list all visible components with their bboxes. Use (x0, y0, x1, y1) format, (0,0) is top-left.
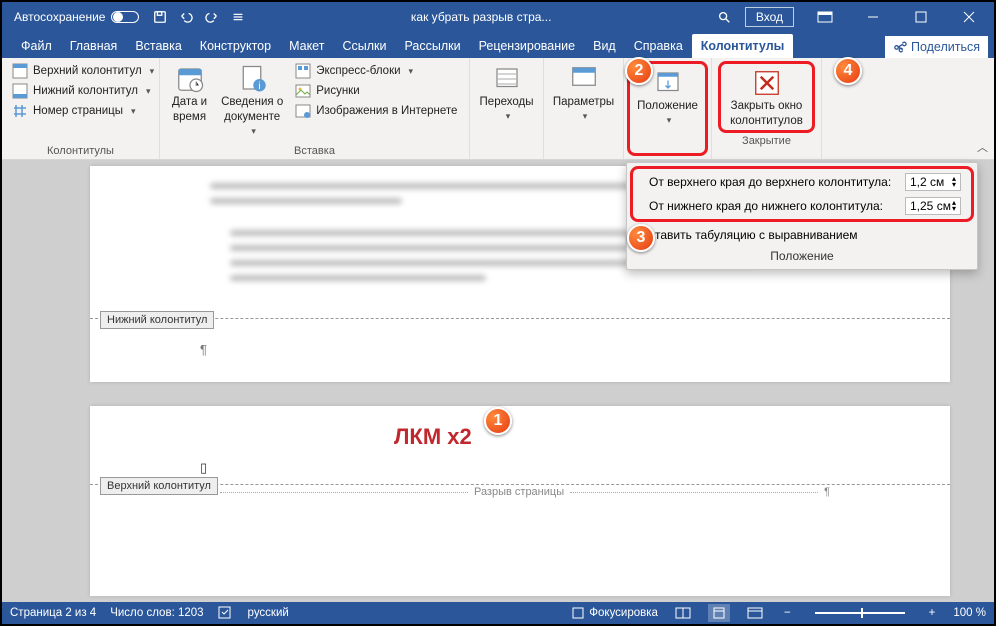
zoom-slider[interactable] (815, 612, 905, 614)
web-layout-icon[interactable] (744, 604, 766, 622)
spellcheck-icon[interactable] (218, 606, 234, 620)
minimize-button[interactable] (850, 2, 896, 32)
datetime-button[interactable]: Дата ивремя (168, 62, 211, 126)
position-panel-label: Положение (627, 245, 977, 269)
header-button[interactable]: Верхний колонтитул▾ (10, 62, 156, 80)
badge-1: 1 (484, 407, 512, 435)
tab-references[interactable]: Ссылки (333, 34, 395, 58)
paragraph-mark: ¶ (200, 342, 207, 357)
close-x-icon (752, 68, 782, 98)
transitions-button[interactable]: Переходы▾ (476, 62, 538, 124)
tab-layout[interactable]: Макет (280, 34, 333, 58)
badge-3: 3 (627, 224, 655, 252)
print-layout-icon[interactable] (708, 604, 730, 622)
pagenumber-button[interactable]: Номер страницы▾ (10, 102, 156, 120)
tab-file[interactable]: Файл (12, 34, 61, 58)
docinfo-button[interactable]: i Сведения одокументе▾ (217, 62, 287, 139)
footer-from-bottom-row[interactable]: От нижнего края до нижнего колонтитула: … (635, 194, 969, 218)
group-label-close: Закрытие (718, 133, 815, 147)
blocks-icon (295, 63, 311, 79)
undo-icon[interactable] (175, 6, 197, 28)
group-headerfooter: Верхний колонтитул▾ Нижний колонтитул▾ Н… (2, 58, 160, 159)
footer-tag: Нижний колонтитул (100, 311, 214, 329)
tab-help[interactable]: Справка (625, 34, 692, 58)
share-label: Поделиться (911, 40, 980, 54)
tab-review[interactable]: Рецензирование (470, 34, 585, 58)
group-label-hf: Колонтитулы (10, 143, 151, 157)
tab-insert[interactable]: Вставка (126, 34, 190, 58)
online-picture-icon (295, 103, 311, 119)
picture-icon (295, 83, 311, 99)
zoom-in[interactable]: + (925, 607, 940, 619)
cursor-mark: ▯ (200, 460, 207, 476)
title-bar: Автосохранение как убрать разрыв стра...… (2, 2, 994, 32)
lkm-annotation: ЛКМ x2 (394, 424, 472, 450)
pictures-button[interactable]: Рисунки (293, 82, 459, 100)
group-insert: Дата ивремя i Сведения одокументе▾ Экспр… (160, 58, 470, 159)
footer-icon (12, 83, 28, 99)
autosave-label: Автосохранение (2, 10, 111, 24)
transitions-icon (492, 64, 522, 94)
read-mode-icon[interactable] (672, 604, 694, 622)
calendar-icon (175, 64, 205, 94)
header-from-top-row[interactable]: От верхнего края до верхнего колонтитула… (635, 170, 969, 194)
hash-icon (12, 103, 28, 119)
tab-view[interactable]: Вид (584, 34, 625, 58)
quickparts-button[interactable]: Экспресс-блоки▾ (293, 62, 459, 80)
redo-icon[interactable] (201, 6, 223, 28)
group-close: Закрыть окноколонтитулов Закрытие (712, 58, 822, 159)
zoom-out[interactable]: − (780, 607, 795, 619)
page-break-label: Разрыв страницы (474, 486, 564, 498)
badge-2: 2 (625, 57, 653, 85)
header-from-top-input[interactable]: 1,2 см▴▾ (905, 173, 961, 191)
close-hf-button[interactable]: Закрыть окноколонтитулов (723, 66, 810, 130)
search-icon[interactable] (713, 6, 735, 28)
ribbon-display-icon[interactable] (802, 2, 848, 32)
tab-design[interactable]: Конструктор (191, 34, 280, 58)
save-icon[interactable] (149, 6, 171, 28)
tab-home[interactable]: Главная (61, 34, 127, 58)
autosave-toggle[interactable] (111, 11, 139, 23)
position-icon (653, 68, 683, 98)
parameters-button[interactable]: Параметры▾ (549, 62, 618, 124)
group-label-insert: Вставка (168, 143, 461, 157)
share-button[interactable]: Поделиться (885, 36, 988, 58)
zoom-level[interactable]: 100 % (953, 607, 986, 619)
collapse-ribbon-icon[interactable]: ︿ (977, 139, 988, 155)
position-dropdown: От верхнего края до верхнего колонтитула… (626, 162, 978, 270)
tab-headerfooter[interactable]: Колонтитулы (692, 34, 794, 58)
qat-dropdown-icon[interactable] (227, 6, 249, 28)
status-words[interactable]: Число слов: 1203 (110, 607, 203, 619)
svg-text:i: i (259, 81, 261, 92)
footer-button[interactable]: Нижний колонтитул▾ (10, 82, 156, 100)
header-tag: Верхний колонтитул (100, 477, 218, 495)
status-page[interactable]: Страница 2 из 4 (10, 607, 96, 619)
maximize-button[interactable] (898, 2, 944, 32)
status-bar: Страница 2 из 4 Число слов: 1203 русский… (2, 602, 994, 624)
onlinepics-button[interactable]: Изображения в Интернете (293, 102, 459, 120)
ribbon-tabs: Файл Главная Вставка Конструктор Макет С… (2, 32, 994, 58)
header-icon (12, 63, 28, 79)
status-language[interactable]: русский (248, 607, 289, 619)
login-button[interactable]: Вход (745, 7, 794, 27)
focus-icon[interactable]: Фокусировка (571, 606, 658, 620)
docinfo-icon: i (237, 64, 267, 94)
badge-4: 4 (834, 57, 862, 85)
paragraph-mark-2: ¶ (824, 486, 830, 498)
page-2[interactable]: ЛКМ x2 ▯ Верхний колонтитул Разрыв стран… (90, 406, 950, 596)
tab-mailings[interactable]: Рассылки (395, 34, 469, 58)
group-transitions: Переходы▾ (470, 58, 544, 159)
parameters-icon (569, 64, 599, 94)
footer-from-bottom-input[interactable]: 1,25 см▴▾ (905, 197, 961, 215)
insert-tab-alignment[interactable]: Вставить табуляцию с выравниванием (627, 225, 977, 245)
window-title: как убрать разрыв стра... (251, 10, 710, 24)
close-button[interactable] (946, 2, 992, 32)
group-parameters: Параметры▾ (544, 58, 624, 159)
